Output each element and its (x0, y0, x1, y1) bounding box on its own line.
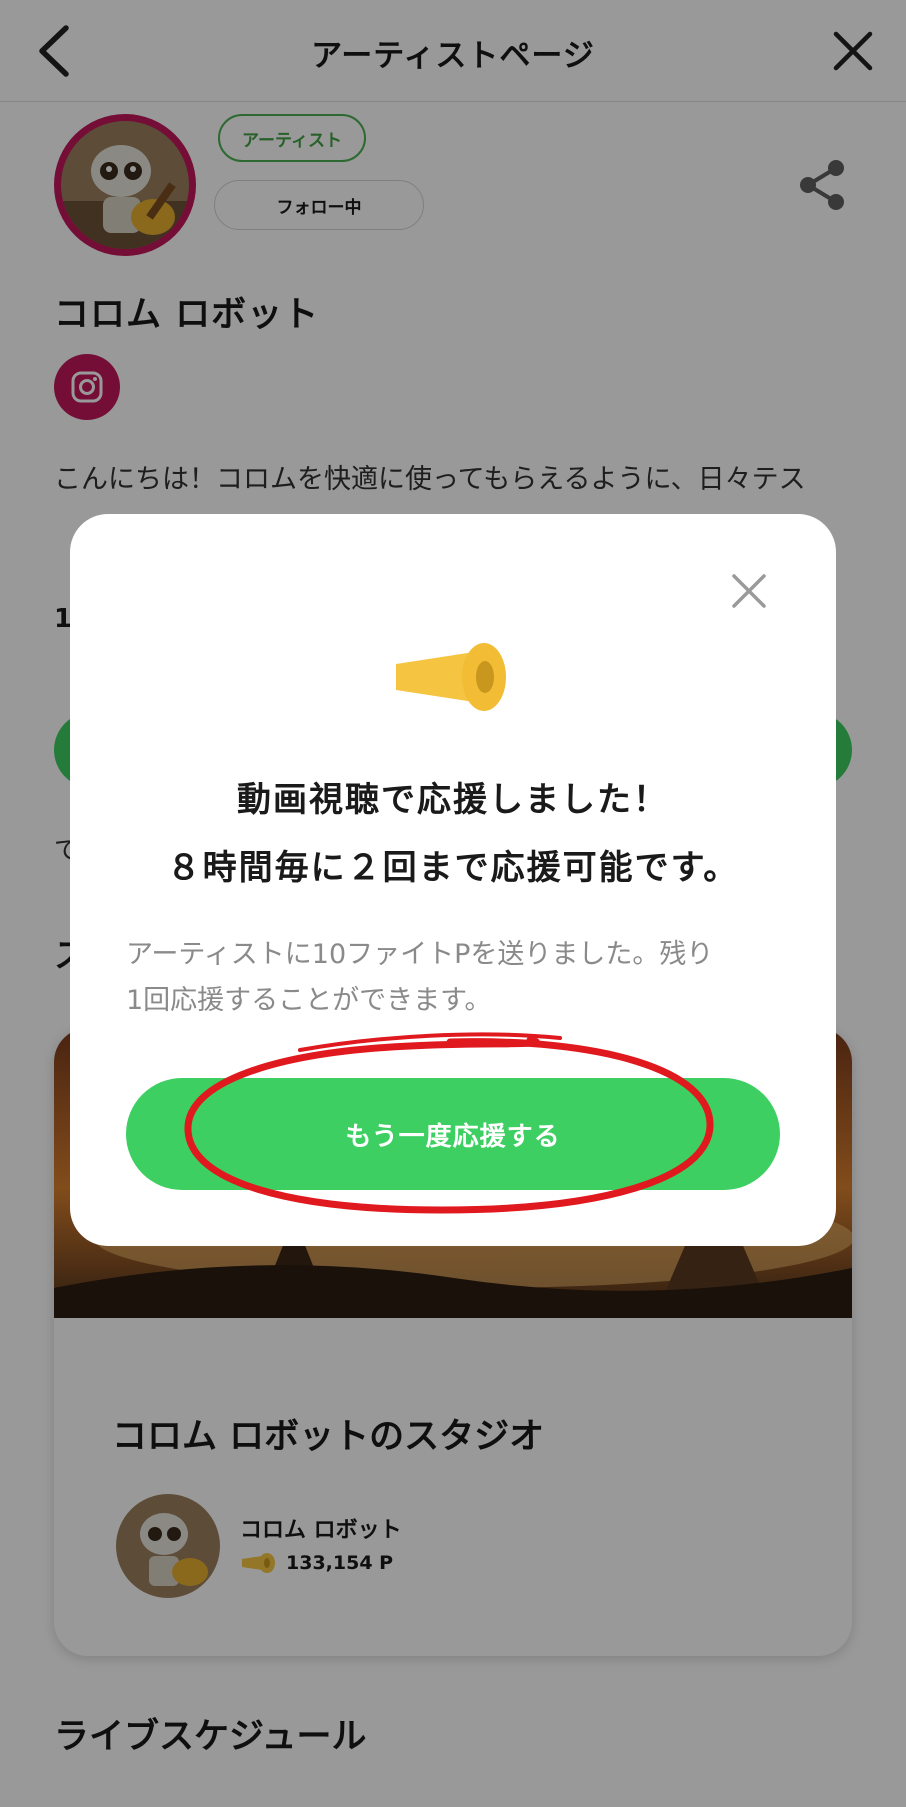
dialog-description: アーティストに10ファイトPを送りました。残り 1回応援することができます。 (126, 932, 786, 1024)
cheer-complete-dialog: 動画視聴で応援しました！ ８時間毎に２回まで応援可能です。 アーティストに10フ… (70, 514, 836, 1246)
cheer-again-button[interactable]: もう一度応援する (126, 1078, 780, 1190)
dialog-description-line2: 1回応援することができます。 (126, 985, 492, 1016)
dialog-title-line1: 動画視聴で応援しました！ (237, 780, 669, 820)
close-icon[interactable] (730, 572, 768, 610)
megaphone-icon (396, 643, 506, 711)
dialog-title-line2: ８時間毎に２回まで応援可能です。 (166, 848, 740, 888)
dialog-description-line1: アーティストに10ファイトPを送りました。残り (126, 939, 714, 970)
